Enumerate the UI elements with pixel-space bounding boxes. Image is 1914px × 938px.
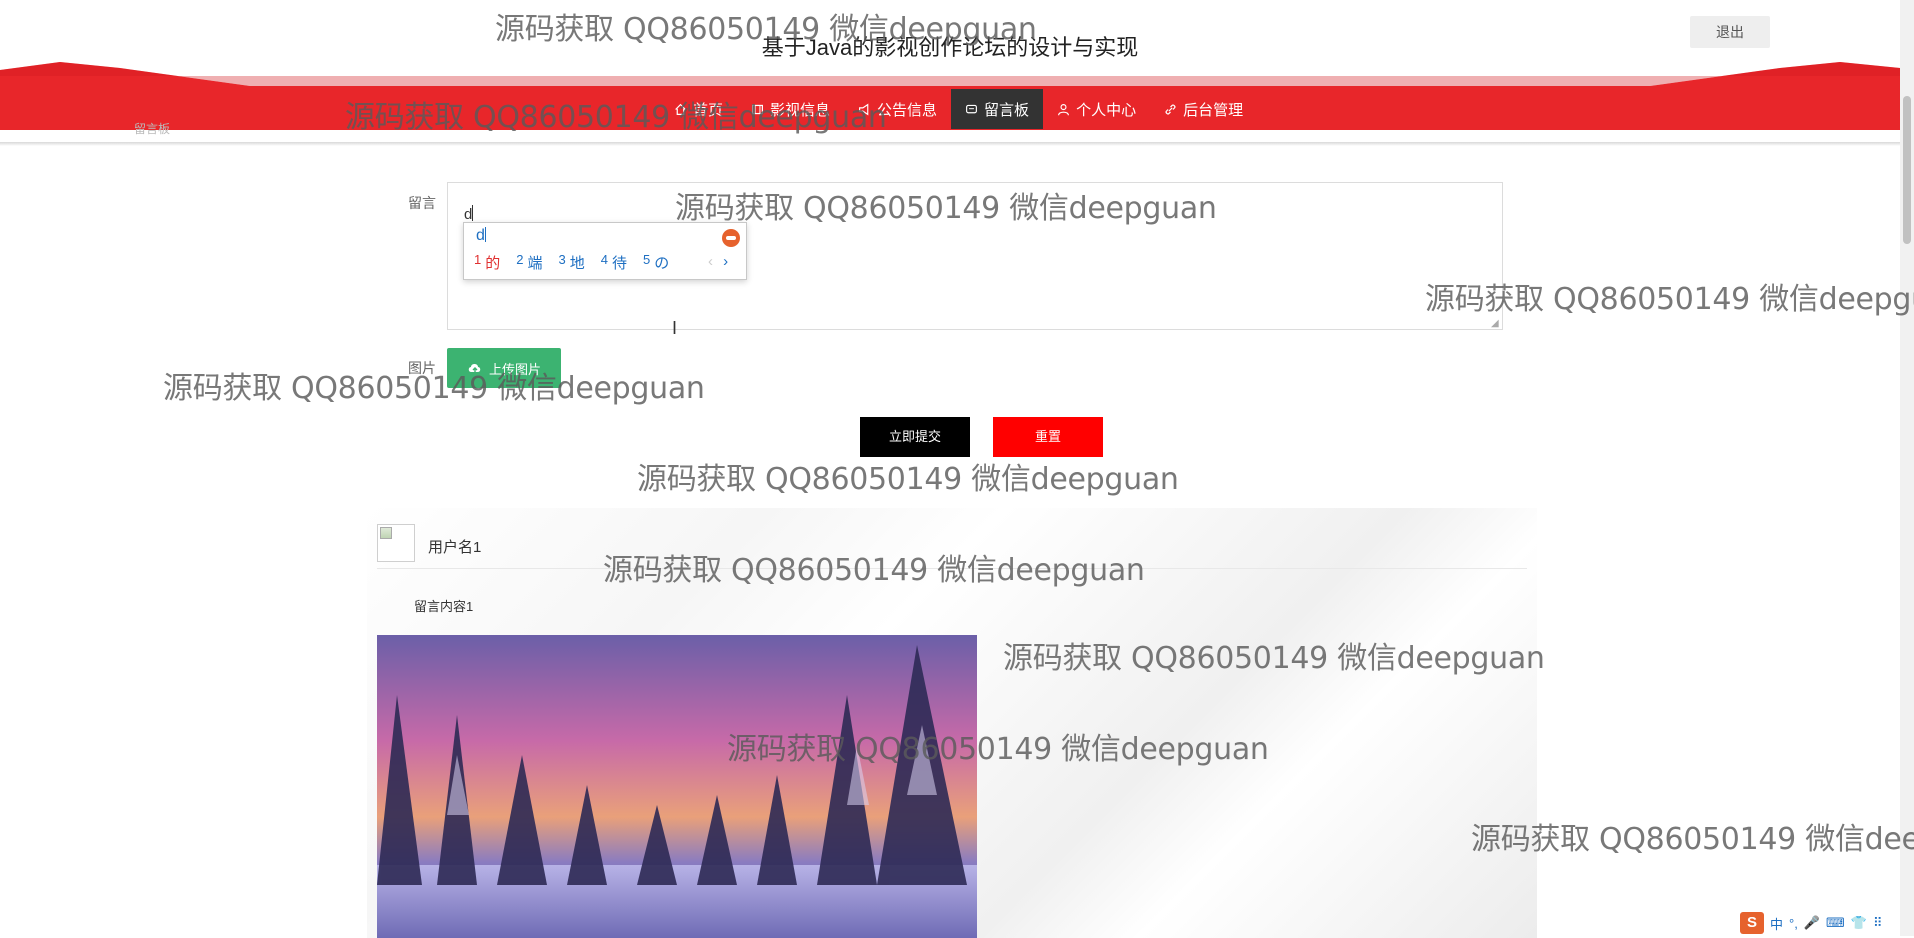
sogou-ime-icon[interactable]: S <box>1740 912 1764 934</box>
nav-item-label: 公告信息 <box>877 101 938 119</box>
upload-label: 上传图片 <box>488 361 541 377</box>
ime-candidate[interactable]: 4待 <box>601 252 627 273</box>
reset-button[interactable]: 重置 <box>993 417 1103 457</box>
ime-toolbar: S 中 °, 🎤 ⌨ 👕 ⠿ <box>1740 910 1914 936</box>
logout-button[interactable]: 退出 <box>1690 16 1770 48</box>
ime-page-controls: ‹ › <box>708 253 728 270</box>
message-image[interactable] <box>377 635 977 938</box>
cloud-upload-icon <box>468 364 481 373</box>
message-list: 用户名1 留言内容1 <box>367 508 1537 938</box>
nav-item-label: 首页 <box>693 101 724 119</box>
keyboard-icon[interactable]: ⌨ <box>1826 915 1845 931</box>
nav-item-admin[interactable]: 后台管理 <box>1150 89 1257 129</box>
main-nav: 首页 影视信息 公告信息 留言板 个人中心 后台管理 <box>660 89 1257 129</box>
ime-candidate-list: 1的 2端 3地 4待 5の <box>474 252 669 273</box>
upload-image-button[interactable]: 上传图片 <box>447 348 561 388</box>
nav-item-message-board[interactable]: 留言板 <box>951 89 1044 129</box>
nav-item-film[interactable]: 影视信息 <box>737 89 844 129</box>
skin-icon[interactable]: 👕 <box>1851 915 1867 931</box>
ime-candidate[interactable]: 3地 <box>559 252 585 273</box>
message-value: d <box>464 206 473 223</box>
nav-item-label: 个人中心 <box>1076 101 1137 119</box>
bullhorn-icon <box>859 103 869 115</box>
ime-candidate[interactable]: 2端 <box>516 252 542 273</box>
microphone-icon[interactable]: 🎤 <box>1804 915 1820 931</box>
ime-candidate[interactable]: 1的 <box>474 252 500 273</box>
ime-prev-icon[interactable]: ‹ <box>708 253 713 270</box>
ime-candidate-popup: d 1的 2端 3地 4待 5の ‹ › <box>463 222 747 280</box>
nav-item-notice[interactable]: 公告信息 <box>844 89 951 129</box>
scrollbar-thumb[interactable] <box>1903 96 1911 244</box>
message-content: 留言内容1 <box>414 599 474 614</box>
caret <box>472 205 474 221</box>
toolbox-icon[interactable]: ⠿ <box>1873 915 1883 931</box>
sogou-logo-icon[interactable] <box>722 229 740 247</box>
message-username: 用户名1 <box>428 539 482 556</box>
ime-next-icon[interactable]: › <box>723 253 728 270</box>
message-label: 留言 <box>408 195 436 211</box>
i-beam-cursor-icon: I <box>672 318 678 338</box>
nav-item-label: 后台管理 <box>1183 101 1244 119</box>
film-icon <box>752 104 763 114</box>
link-icon <box>1165 104 1176 114</box>
textarea-resize-handle[interactable]: ◢ <box>1491 318 1499 329</box>
nav-item-home[interactable]: 首页 <box>660 89 737 129</box>
ime-candidate[interactable]: 5の <box>643 252 669 273</box>
breadcrumb: 留言板 <box>134 122 171 136</box>
home-icon <box>675 103 686 115</box>
divider <box>377 568 1527 569</box>
ime-mode-toggle[interactable]: 中 <box>1770 914 1783 933</box>
site-title: 基于Java的影视创作论坛的设计与实现 <box>761 35 1139 60</box>
watermark: 源码获取 QQ86050149 微信deepguan <box>637 462 1179 497</box>
image-label: 图片 <box>408 360 436 376</box>
submit-button[interactable]: 立即提交 <box>860 417 970 457</box>
message-icon <box>966 104 977 113</box>
ime-input-text: d <box>476 227 486 244</box>
punctuation-toggle[interactable]: °, <box>1789 916 1798 931</box>
nav-item-label: 影视信息 <box>770 101 831 119</box>
nav-divider <box>0 142 1900 146</box>
avatar[interactable] <box>377 524 415 562</box>
watermark: 源码获取 QQ86050149 微信deepguan <box>1471 822 1914 857</box>
nav-item-label: 留言板 <box>984 101 1030 119</box>
user-icon <box>1058 103 1070 115</box>
nav-item-profile[interactable]: 个人中心 <box>1043 89 1150 129</box>
